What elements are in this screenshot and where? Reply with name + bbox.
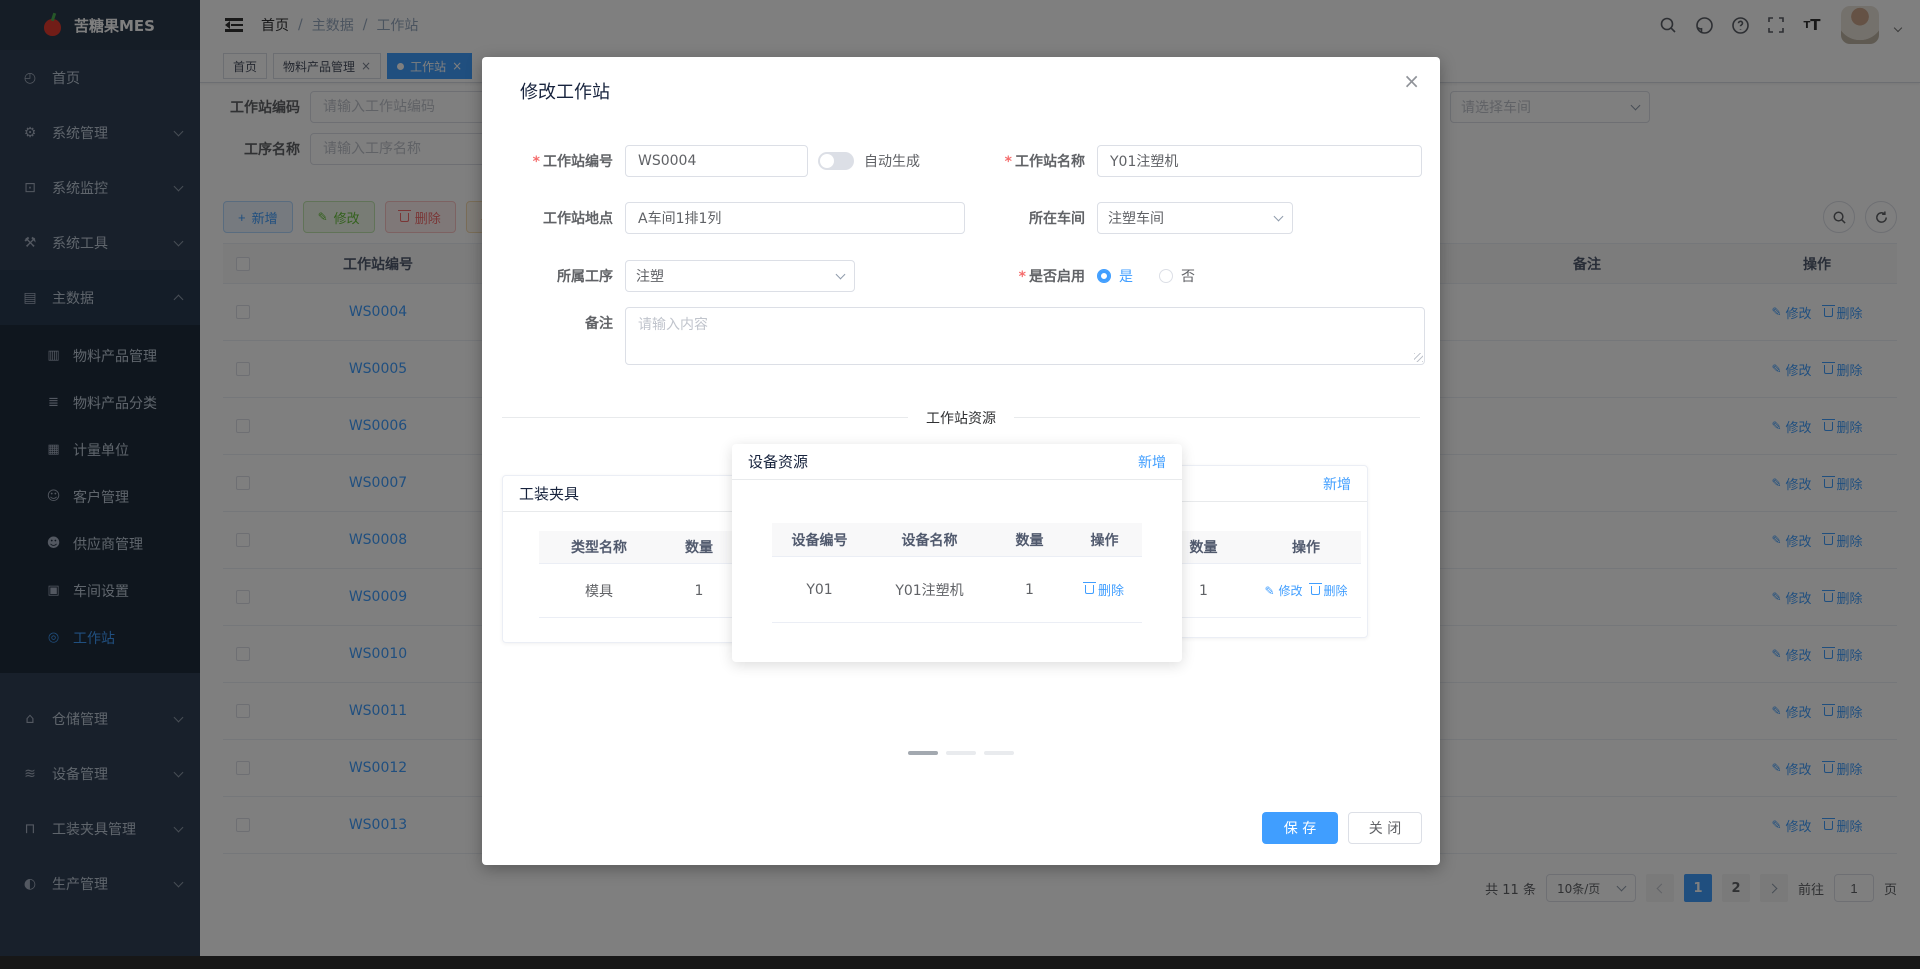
- radio-dot: [1159, 269, 1173, 283]
- remark-textarea[interactable]: [625, 307, 1425, 365]
- right-card-add-link[interactable]: 新增: [1323, 474, 1351, 494]
- device-resource-card: 设备资源 新增 设备编号 设备名称 数量 操作 Y01 Y01注塑机 1 删除: [732, 444, 1182, 662]
- fixture-qty-cell: 1: [694, 582, 704, 599]
- chevron-down-icon: [1273, 211, 1284, 222]
- enabled-no-radio[interactable]: 否: [1159, 266, 1195, 286]
- col-device-name: 设备名称: [901, 532, 958, 549]
- auto-generate-switch[interactable]: [818, 152, 854, 170]
- resources-divider: 工作站资源: [502, 408, 1420, 428]
- process-select[interactable]: 注塑: [625, 260, 855, 292]
- carousel-dot-2[interactable]: [946, 751, 976, 755]
- col-device-action: 操作: [1090, 532, 1119, 549]
- carousel-dot-3[interactable]: [984, 751, 1014, 755]
- right-edit-link[interactable]: ✎ 修改: [1264, 582, 1302, 599]
- pencil-icon: ✎: [1264, 583, 1275, 598]
- chevron-down-icon: [835, 269, 846, 280]
- app-root: 苦糖果MES ◴ 首页 ⚙ 系统管理 ⊡ 系统监控 ⚒ 系统工具: [0, 0, 1920, 969]
- device-delete-link[interactable]: 删除: [1082, 580, 1124, 599]
- trash-icon: [1082, 582, 1096, 594]
- station-location-label: 工作站地点: [543, 211, 613, 227]
- enabled-yes-radio[interactable]: 是: [1097, 266, 1133, 286]
- close-button[interactable]: 关 闭: [1348, 812, 1422, 844]
- workshop-label: 所在车间: [1029, 211, 1085, 227]
- carousel-dot-1[interactable]: [908, 751, 938, 755]
- fixture-card-title: 工装夹具: [519, 485, 580, 503]
- radio-dot: [1097, 269, 1111, 283]
- device-name-cell: Y01注塑机: [895, 582, 964, 599]
- process-label: 所属工序: [557, 269, 613, 285]
- remark-label: 备注: [585, 316, 613, 332]
- col-action: 操作: [1292, 540, 1320, 556]
- enabled-label: * 是否启用: [1018, 269, 1085, 285]
- station-name-input[interactable]: [1097, 145, 1422, 177]
- device-code-cell: Y01: [806, 581, 833, 598]
- fixture-type-cell: 模具: [585, 583, 613, 600]
- device-card-title: 设备资源: [748, 453, 809, 471]
- device-add-link[interactable]: 新增: [1138, 452, 1166, 472]
- workshop-select[interactable]: 注塑车间: [1097, 202, 1293, 234]
- col-fixture-qty: 数量: [685, 540, 713, 556]
- textarea-resize-handle[interactable]: [1414, 353, 1423, 362]
- edit-workstation-dialog: 修改工作站 × *工作站编号 自动生成 *工作站名称 工作站地点 所在车间 注塑…: [482, 57, 1440, 865]
- col-device-qty: 数量: [1015, 532, 1044, 549]
- device-qty-cell: 1: [1025, 581, 1034, 598]
- trash-icon: [1308, 583, 1322, 595]
- col-fixture-type: 类型名称: [571, 540, 627, 556]
- station-name-label: * 工作站名称: [1004, 154, 1085, 170]
- dialog-title: 修改工作站: [520, 82, 610, 103]
- right-delete-link[interactable]: 删除: [1308, 582, 1348, 599]
- dialog-close-icon[interactable]: ×: [1403, 69, 1420, 93]
- station-code-label: * 工作站编号: [532, 154, 613, 170]
- col-device-code: 设备编号: [791, 532, 848, 549]
- save-button[interactable]: 保 存: [1262, 812, 1338, 844]
- carousel-indicators: [908, 751, 1014, 755]
- station-code-input[interactable]: [625, 145, 808, 177]
